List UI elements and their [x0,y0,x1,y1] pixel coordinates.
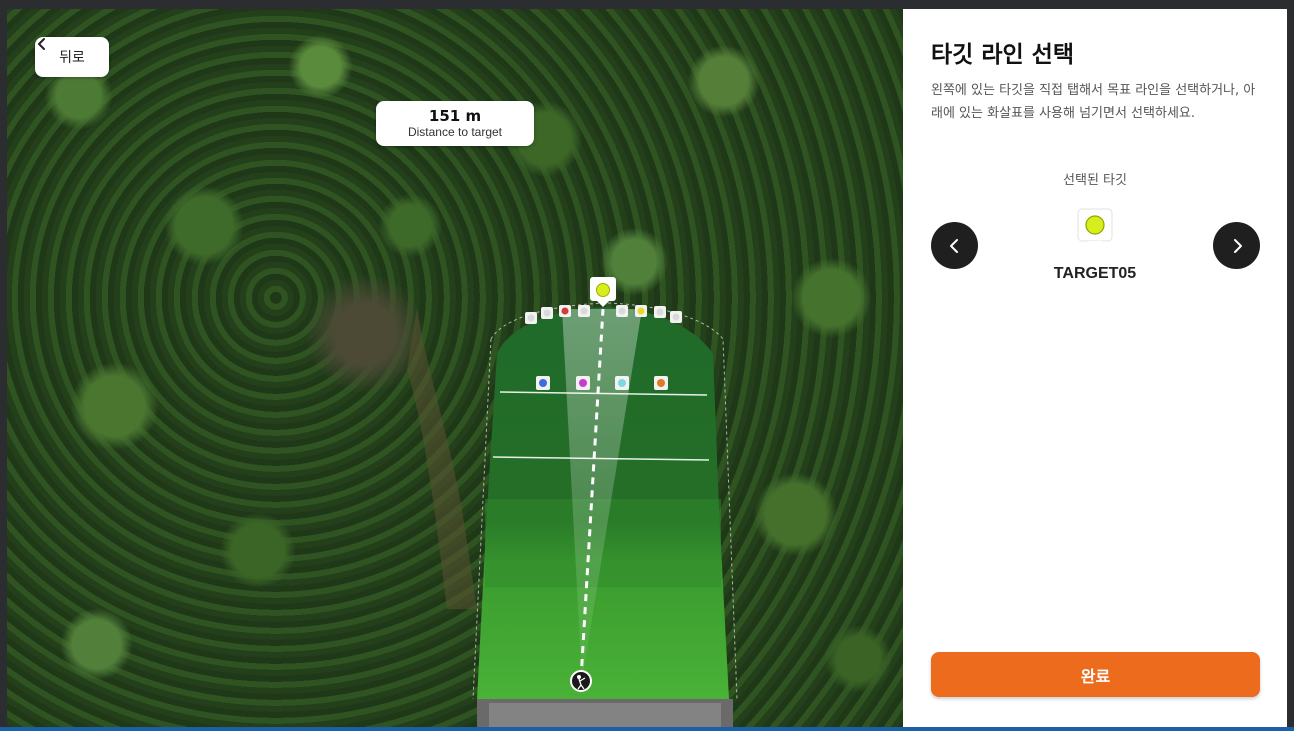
target-pin[interactable] [559,305,571,317]
distance-label: Distance to target [407,125,503,139]
bottom-border [0,727,1294,731]
chevron-left-icon [38,38,45,50]
done-button[interactable]: 완료 [931,652,1260,697]
app-frame: 뒤로 151 m Distance to target 타깃 라인 선택 왼쪽에… [7,9,1287,731]
distance-value: 151 m [428,107,482,125]
chevron-right-icon [1233,238,1242,253]
selected-target-pin[interactable] [590,277,616,307]
distance-indicator: 151 m Distance to target [376,101,534,146]
target-pin[interactable] [576,376,590,390]
selected-target-label: 선택된 타깃 [1063,173,1127,188]
target-pin[interactable] [654,376,668,390]
chevron-left-icon [949,238,958,253]
target-pin[interactable] [525,312,537,324]
back-button[interactable]: 뒤로 [35,37,109,77]
panel-description: 왼쪽에 있는 타깃을 직접 탭해서 목표 라인을 선택하거나, 아래에 있는 화… [931,83,1256,121]
target-pin[interactable] [654,306,666,318]
range-map[interactable]: 뒤로 151 m Distance to target [7,9,903,731]
golfer-icon [570,670,592,692]
target-pin[interactable] [616,305,628,317]
prev-target-button[interactable] [931,222,978,269]
next-target-button[interactable] [1213,222,1260,269]
target-select-panel: 타깃 라인 선택 왼쪽에 있는 타깃을 직접 탭해서 목표 라인을 선택하거나,… [903,9,1287,731]
selected-target-icon [1077,208,1113,249]
target-pin[interactable] [541,307,553,319]
target-pin[interactable] [615,376,629,390]
target-pin[interactable] [670,311,682,323]
back-button-label: 뒤로 [59,50,85,66]
target-pin[interactable] [578,305,590,317]
target-pin[interactable] [536,376,550,390]
target-pin[interactable] [635,305,647,317]
panel-title: 타깃 라인 선택 [931,42,1074,68]
